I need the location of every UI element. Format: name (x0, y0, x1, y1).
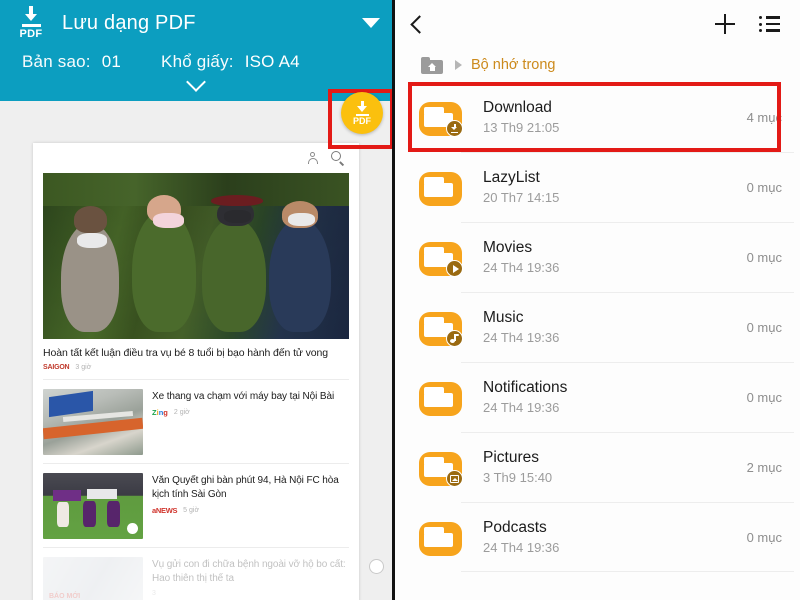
plus-icon[interactable] (715, 14, 735, 34)
folder-item-count: 0 mục (739, 320, 782, 335)
music-note-badge-icon (446, 330, 463, 347)
folder-name: Download (483, 98, 739, 118)
print-destination-row[interactable]: PDF Lưu dạng PDF (0, 0, 392, 46)
article-title: Xe thang va chạm với máy bay tại Nội Bài (152, 390, 349, 404)
copies-label: Bản sao: (22, 52, 91, 72)
folder-item-count: 2 mục (739, 460, 782, 475)
caret-down-icon[interactable] (362, 18, 380, 28)
folder-item-count: 0 mục (739, 390, 782, 405)
print-destination-title: Lưu dạng PDF (62, 12, 196, 35)
page-toolbar (43, 143, 349, 173)
hero-image (43, 173, 349, 339)
folder-name: Music (483, 308, 739, 328)
hero-headline: Hoàn tất kết luận điều tra vụ bé 8 tuổi … (43, 346, 349, 360)
folder-item-count: 4 mục (739, 110, 782, 125)
folder-date: 3 Th9 15:40 (483, 469, 739, 487)
print-preview-panel: PDF Lưu dạng PDF Bản sao: 01 Khổ giấy: I… (0, 0, 392, 600)
folder-date: 24 Th4 19:36 (483, 399, 739, 417)
folder-name: Movies (483, 238, 739, 258)
folder-icon (419, 518, 462, 556)
print-settings-header: PDF Lưu dạng PDF Bản sao: 01 Khổ giấy: I… (0, 0, 392, 101)
list-item[interactable]: BÁO MỚI Vụ gửi con đi chữa bệnh ngoài vỡ… (43, 548, 349, 600)
folder-icon (419, 308, 462, 346)
article-source-logo: BÁO MỚI (49, 593, 80, 600)
folder-date: 24 Th4 19:36 (483, 539, 739, 557)
paper-size-value[interactable]: ISO A4 (245, 52, 300, 72)
article-title: Vụ gửi con đi chữa bệnh ngoài vỡ hộ bo c… (152, 558, 349, 586)
save-pdf-button-label: PDF (353, 116, 371, 126)
file-manager-toolbar (395, 0, 800, 48)
article-thumbnail (43, 389, 143, 455)
hero-source-row: SAIGON 3 giờ (43, 364, 349, 371)
table-row[interactable]: Pictures 3 Th9 15:40 2 mục (395, 432, 800, 502)
article-title: Văn Quyết ghi bàn phút 94, Hà Nội FC hòa… (152, 474, 349, 502)
triangle-right-icon (455, 60, 462, 70)
list-item[interactable]: Văn Quyết ghi bàn phút 94, Hà Nội FC hòa… (43, 464, 349, 539)
table-row[interactable]: Music 24 Th4 19:36 0 mục (395, 292, 800, 362)
article-thumbnail: BÁO MỚI (43, 557, 143, 600)
person-icon (307, 152, 318, 165)
screenshot-root: PDF Lưu dạng PDF Bản sao: 01 Khổ giấy: I… (0, 0, 800, 600)
folder-date: 13 Th9 21:05 (483, 119, 739, 137)
table-row[interactable]: Movies 24 Th4 19:36 0 mục (395, 222, 800, 292)
folder-name: LazyList (483, 168, 739, 188)
search-icon (331, 151, 345, 165)
hero-source: SAIGON (43, 364, 69, 371)
folder-date: 24 Th4 19:36 (483, 259, 739, 277)
folder-date: 20 Th7 14:15 (483, 189, 739, 207)
breadcrumb[interactable]: Bộ nhớ trong (395, 48, 800, 82)
folder-date: 24 Th4 19:36 (483, 329, 739, 347)
file-manager-panel: Bộ nhớ trong Download 13 Th9 21:05 4 mục (395, 0, 800, 600)
breadcrumb-label[interactable]: Bộ nhớ trong (471, 57, 555, 73)
article-time: 5 giờ (183, 507, 199, 514)
download-badge-icon (446, 120, 463, 137)
paper-size-label: Khổ giấy: (161, 52, 234, 72)
hero-time: 3 giờ (75, 364, 91, 371)
folder-icon (419, 238, 462, 276)
pdf-download-icon: PDF (10, 3, 52, 43)
article-thumbnail (43, 473, 143, 539)
article-source: Zing (152, 408, 168, 417)
article-time: 3 (152, 590, 156, 597)
list-item[interactable]: Xe thang va chạm với máy bay tại Nội Bài… (43, 380, 349, 455)
folder-item-count: 0 mục (739, 180, 782, 195)
image-badge-icon (446, 470, 463, 487)
back-arrow-icon[interactable] (410, 15, 428, 33)
pdf-icon-label: PDF (20, 28, 43, 40)
folder-name: Pictures (483, 448, 739, 468)
folder-item-count: 0 mục (739, 250, 782, 265)
folder-list: Download 13 Th9 21:05 4 mục LazyList 20 … (395, 82, 800, 572)
document-page: Hoàn tất kết luận điều tra vụ bé 8 tuổi … (33, 143, 359, 600)
folder-item-count: 0 mục (739, 530, 782, 545)
folder-icon (419, 168, 462, 206)
save-pdf-button[interactable]: PDF (341, 92, 383, 134)
list-view-icon[interactable] (759, 16, 780, 32)
folder-icon (419, 378, 462, 416)
table-row[interactable]: Notifications 24 Th4 19:36 0 mục (395, 362, 800, 432)
folder-name: Podcasts (483, 518, 739, 538)
copies-value[interactable]: 01 (102, 52, 121, 72)
table-row[interactable]: LazyList 20 Th7 14:15 0 mục (395, 152, 800, 222)
table-row[interactable]: Download 13 Th9 21:05 4 mục (395, 82, 800, 152)
document-preview-area[interactable]: Hoàn tất kết luận điều tra vụ bé 8 tuổi … (0, 101, 392, 600)
home-folder-icon[interactable] (421, 57, 443, 74)
article-time: 2 giờ (174, 409, 190, 416)
folder-icon (419, 98, 462, 136)
table-row[interactable]: Podcasts 24 Th4 19:36 0 mục (395, 502, 800, 572)
play-badge-icon (446, 260, 463, 277)
folder-name: Notifications (483, 378, 739, 398)
folder-icon (419, 448, 462, 486)
scroll-handle[interactable] (369, 559, 384, 574)
article-source: aNEWS (152, 506, 177, 515)
